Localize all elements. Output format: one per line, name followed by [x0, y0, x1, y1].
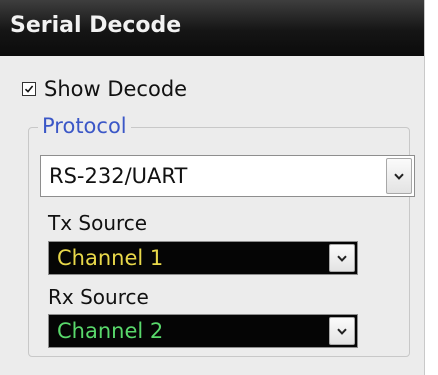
panel-title: Serial Decode [10, 13, 182, 38]
rx-source-dropdown-button[interactable] [329, 317, 355, 345]
protocol-select[interactable]: RS-232/UART [40, 155, 415, 197]
tx-source-label: Tx Source [48, 211, 148, 235]
panel-title-bar: Serial Decode [0, 0, 424, 56]
rx-source-label: Rx Source [48, 285, 149, 309]
rx-source-value: Channel 2 [57, 319, 164, 343]
serial-decode-panel: Serial Decode Show Decode Protocol RS-23… [0, 0, 425, 375]
rx-source-select[interactable]: Channel 2 [48, 314, 358, 348]
tx-source-select[interactable]: Channel 1 [48, 241, 358, 275]
chevron-down-icon [394, 173, 404, 180]
tx-source-dropdown-button[interactable] [329, 244, 355, 272]
show-decode-checkbox[interactable] [22, 82, 36, 96]
protocol-select-value: RS-232/UART [49, 164, 188, 188]
protocol-group-label: Protocol [38, 114, 131, 138]
show-decode-label: Show Decode [44, 77, 188, 101]
checkmark-icon [24, 85, 34, 93]
show-decode-option[interactable]: Show Decode [22, 75, 187, 103]
chevron-down-icon [337, 255, 347, 262]
tx-source-value: Channel 1 [57, 246, 164, 270]
chevron-down-icon [337, 328, 347, 335]
protocol-dropdown-button[interactable] [386, 158, 412, 194]
